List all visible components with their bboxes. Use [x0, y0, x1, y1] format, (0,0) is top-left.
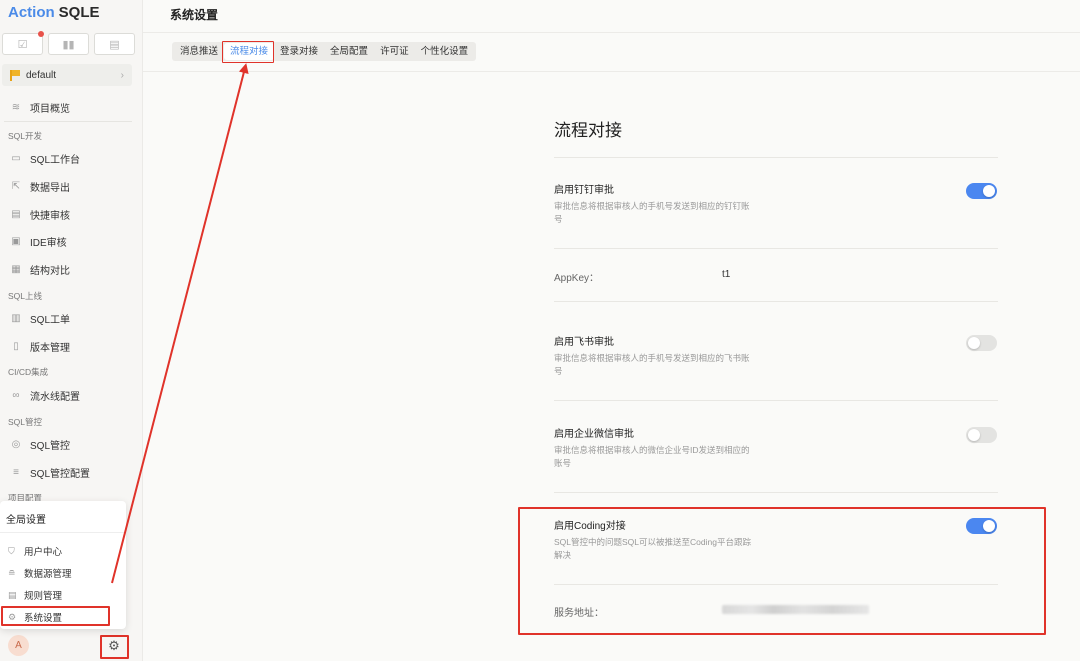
sidebar-divider — [4, 121, 132, 122]
tab-license[interactable]: 许可证 — [374, 43, 415, 60]
sidebar-item-overview[interactable]: ≋ 项目概览 — [10, 100, 70, 116]
statistics-button[interactable]: ▮▮ — [48, 33, 89, 55]
pipeline-icon: ∞ — [12, 389, 20, 401]
section-title-sql-dev: SQL开发 — [8, 131, 43, 141]
dingtalk-toggle[interactable] — [966, 183, 997, 199]
sidebar-item-sql-order[interactable]: ▥ SQL工单 — [10, 311, 71, 327]
tab-personalization[interactable]: 个性化设置 — [415, 43, 475, 60]
section-heading: 流程对接 — [554, 121, 622, 140]
sidebar-item-schema-compare[interactable]: ▦ 结构对比 — [10, 262, 70, 278]
popup-item-rules[interactable]: ▤ 规则管理 — [8, 588, 63, 603]
document-icon: ▤ — [109, 38, 120, 51]
sidebar-item-data-export[interactable]: ⇱ 数据导出 — [10, 179, 70, 195]
todo-button[interactable]: ☑ — [2, 31, 44, 55]
feishu-toggle[interactable] — [966, 335, 997, 351]
layers-icon: ≋ — [11, 101, 21, 113]
annotation-box-gear — [100, 635, 129, 659]
section-title-sql-control: SQL管控 — [8, 417, 43, 427]
setting-desc-dingtalk: 审批信息将根据审核人的手机号发送到相应的钉钉账号 — [554, 201, 750, 224]
docs-button[interactable]: ▤ — [94, 33, 135, 55]
sidebar-item-label: SQL管控配置 — [30, 469, 91, 480]
setting-desc-feishu: 审批信息将根据审核人的手机号发送到相应的飞书账号 — [554, 353, 750, 376]
sidebar-item-sql-workbench[interactable]: ▭ SQL工作台 — [10, 151, 81, 167]
list-icon: ▤ — [11, 208, 21, 220]
rules-icon: ▤ — [8, 589, 17, 600]
sidebar-item-label: 结构对比 — [30, 266, 70, 277]
bar-chart-icon: ▮▮ — [62, 38, 75, 51]
annotation-box-tab — [222, 41, 274, 63]
monitor-icon: ▭ — [11, 152, 21, 164]
database-icon: ≘ — [8, 567, 16, 578]
popup-item-label: 规则管理 — [24, 591, 63, 602]
sidebar-item-label: SQL工作台 — [30, 155, 81, 166]
toggle-knob — [968, 429, 980, 441]
logo-sqle: SQLE — [58, 4, 100, 21]
setting-title-dingtalk: 启用钉钉审批 — [554, 185, 614, 196]
logo-action: Action — [8, 4, 55, 21]
appkey-value[interactable]: t1 — [722, 269, 730, 280]
avatar[interactable]: A — [8, 635, 29, 656]
quick-actions: ☑ ▮▮ ▤ — [2, 31, 135, 55]
toggle-knob — [983, 185, 995, 197]
sidebar-item-quick-audit[interactable]: ▤ 快捷审核 — [10, 207, 70, 223]
sidebar-item-label: SQL工单 — [30, 315, 71, 326]
sidebar-item-sql-control-config[interactable]: ≡ SQL管控配置 — [10, 465, 91, 481]
sidebar-item-label: IDE审核 — [30, 238, 67, 249]
tab-message-push[interactable]: 消息推送 — [174, 43, 224, 60]
sidebar-item-pipeline[interactable]: ∞ 流水线配置 — [10, 388, 80, 404]
popup-item-label: 用户中心 — [24, 547, 63, 558]
setting-title-feishu: 启用飞书审批 — [554, 337, 614, 348]
sidebar-item-label: 流水线配置 — [30, 392, 80, 403]
sidebar-item-ide-audit[interactable]: ▣ IDE审核 — [10, 234, 67, 250]
appkey-label: AppKey： — [554, 273, 600, 284]
divider — [554, 157, 998, 158]
annotation-box-coding — [518, 507, 1046, 635]
popup-item-datasource[interactable]: ≘ 数据源管理 — [8, 566, 72, 581]
sidebar-item-label: 项目概览 — [30, 104, 70, 115]
menu-icon: ≡ — [13, 466, 19, 478]
ide-icon: ▣ — [11, 235, 21, 247]
setting-desc-wecom: 审批信息将根据审核人的微信企业号ID发送到相应的账号 — [554, 445, 750, 468]
radar-icon: ◎ — [11, 438, 21, 450]
sidebar-item-label: 快捷审核 — [30, 211, 70, 222]
tab-global-config[interactable]: 全局配置 — [324, 43, 374, 60]
flag-icon — [10, 70, 20, 81]
popup-item-label: 数据源管理 — [24, 569, 72, 580]
checkbox-icon: ☑ — [17, 38, 28, 51]
header-divider — [143, 32, 1080, 33]
settings-tabs: 消息推送 流程对接 登录对接 全局配置 许可证 个性化设置 — [172, 42, 477, 61]
chevron-right-icon: › — [120, 69, 124, 81]
popup-item-user-center[interactable]: ⛉ 用户中心 — [8, 544, 63, 559]
divider — [554, 492, 998, 493]
page-title: 系统设置 — [170, 8, 219, 22]
project-name: default — [26, 69, 57, 81]
divider — [554, 400, 998, 401]
sidebar-item-version-management[interactable]: ▯ 版本管理 — [10, 339, 70, 355]
popup-title: 全局设置 — [6, 515, 46, 526]
tab-login-integration[interactable]: 登录对接 — [274, 43, 324, 60]
export-icon: ⇱ — [11, 180, 21, 192]
app-logo: Action SQLE — [8, 4, 100, 21]
project-selector[interactable]: default › — [2, 64, 132, 86]
setting-title-wecom: 启用企业微信审批 — [554, 429, 634, 440]
sidebar-item-sql-control[interactable]: ◎ SQL管控 — [10, 437, 71, 453]
section-title-sql-release: SQL上线 — [8, 291, 43, 301]
compare-icon: ▦ — [11, 263, 21, 275]
clipboard-icon: ▥ — [11, 312, 21, 324]
divider — [554, 248, 998, 249]
sidebar-item-label: SQL管控 — [30, 441, 71, 452]
toggle-knob — [968, 337, 980, 349]
popup-divider — [0, 532, 126, 533]
shield-icon: ⛉ — [8, 545, 15, 556]
divider — [554, 301, 998, 302]
file-icon: ▯ — [13, 340, 19, 352]
section-title-cicd: CI/CD集成 — [8, 367, 49, 377]
notification-dot — [38, 31, 44, 37]
wecom-toggle[interactable] — [966, 427, 997, 443]
sidebar-item-label: 数据导出 — [30, 183, 70, 194]
content-divider — [143, 71, 1080, 72]
sidebar-item-label: 版本管理 — [30, 343, 70, 354]
annotation-box-system-settings — [1, 606, 110, 626]
